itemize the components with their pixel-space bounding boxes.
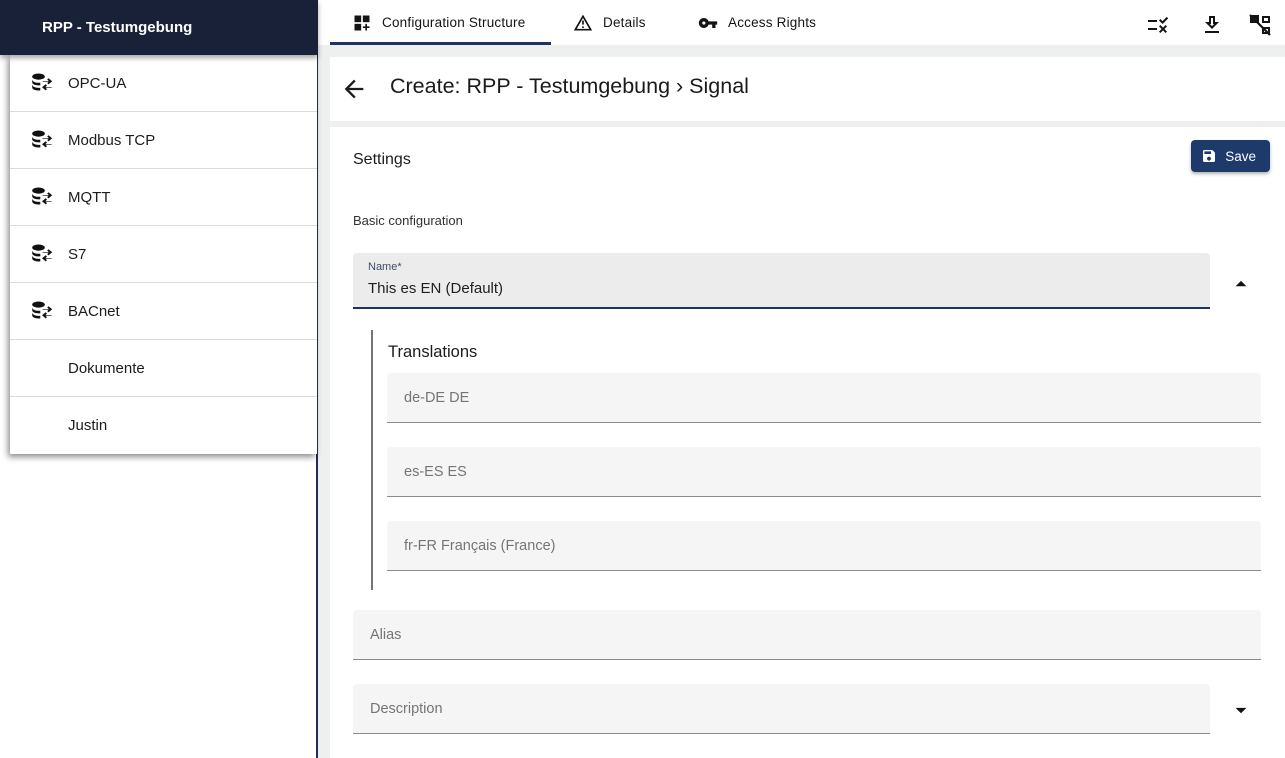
sidebar-item-label: BACnet [68,302,120,320]
content-area: Create: RPP - Testumgebung › Signal Sett… [318,45,1285,758]
datasource-icon [30,128,54,152]
sidebar-item-justin[interactable]: Justin [10,397,317,454]
tab-configuration-structure[interactable]: Configuration Structure [330,0,551,45]
description-field [353,684,1210,734]
settings-section-title: Settings [353,151,411,168]
collapse-up-icon[interactable] [1228,270,1254,296]
sidebar-item-label: Justin [68,417,108,434]
dashboard-customize-icon [352,13,372,33]
save-icon [1201,148,1217,164]
app-window: RPP - Testumgebung OPC-UA Modbus TCP MQT… [0,0,1285,758]
tab-access-rights[interactable]: Access Rights [698,0,843,45]
sidebar-item-dokumente[interactable]: Dokumente [10,340,317,397]
sidebar-title: RPP - Testumgebung [42,19,193,36]
tab-details[interactable]: Details [573,0,691,45]
sidebar-item-bacnet[interactable]: BACnet [10,283,317,340]
translation-field-fr [387,521,1261,571]
rule-icon[interactable] [1146,13,1170,37]
sidebar-list: OPC-UA Modbus TCP MQTT S7 BACnet Dokumen… [10,55,317,454]
back-arrow-icon[interactable] [340,75,368,103]
sidebar-item-opc-ua[interactable]: OPC-UA [10,55,317,112]
tree-structure-icon[interactable] [1248,13,1272,37]
translation-field-es [387,447,1261,497]
sidebar-item-s7[interactable]: S7 [10,226,317,283]
translation-input-fr[interactable] [387,521,1261,570]
alias-input[interactable] [353,610,1261,659]
translation-input-de[interactable] [387,373,1261,422]
page-title: Create: RPP - Testumgebung › Signal [390,74,749,98]
settings-panel: Settings Save Basic configuration Name* … [330,127,1285,758]
basic-configuration-label: Basic configuration [353,213,463,228]
datasource-icon [30,185,54,209]
sidebar-item-label: Modbus TCP [68,131,156,149]
name-input[interactable] [353,271,1210,305]
warning-icon [573,13,593,33]
tab-label: Access Rights [728,15,817,30]
sidebar-item-label: S7 [68,245,87,263]
tab-bar: Configuration Structure Details Access R… [318,0,1285,45]
tab-label: Details [603,15,646,30]
name-field: Name* [353,253,1210,309]
page-header: Create: RPP - Testumgebung › Signal [330,57,1285,121]
datasource-icon [30,299,54,323]
alias-field [353,610,1261,660]
save-button-label: Save [1225,148,1256,164]
sidebar-item-label: MQTT [68,188,111,206]
sidebar-item-label: Dokumente [68,359,145,377]
translations-indent-line [371,330,373,590]
expand-down-icon[interactable] [1228,697,1254,723]
download-icon[interactable] [1200,13,1224,37]
datasource-icon [30,242,54,266]
sidebar-item-mqtt[interactable]: MQTT [10,169,317,226]
save-button[interactable]: Save [1191,140,1270,172]
description-input[interactable] [353,684,1210,733]
datasource-icon [30,71,54,95]
key-icon [698,13,718,33]
translation-field-de [387,373,1261,423]
sidebar-header: RPP - Testumgebung [0,0,318,55]
sidebar-item-modbus-tcp[interactable]: Modbus TCP [10,112,317,169]
tab-label: Configuration Structure [382,15,526,30]
sidebar-item-label: OPC-UA [68,74,127,92]
translations-title: Translations [388,343,478,361]
translation-input-es[interactable] [387,447,1261,496]
